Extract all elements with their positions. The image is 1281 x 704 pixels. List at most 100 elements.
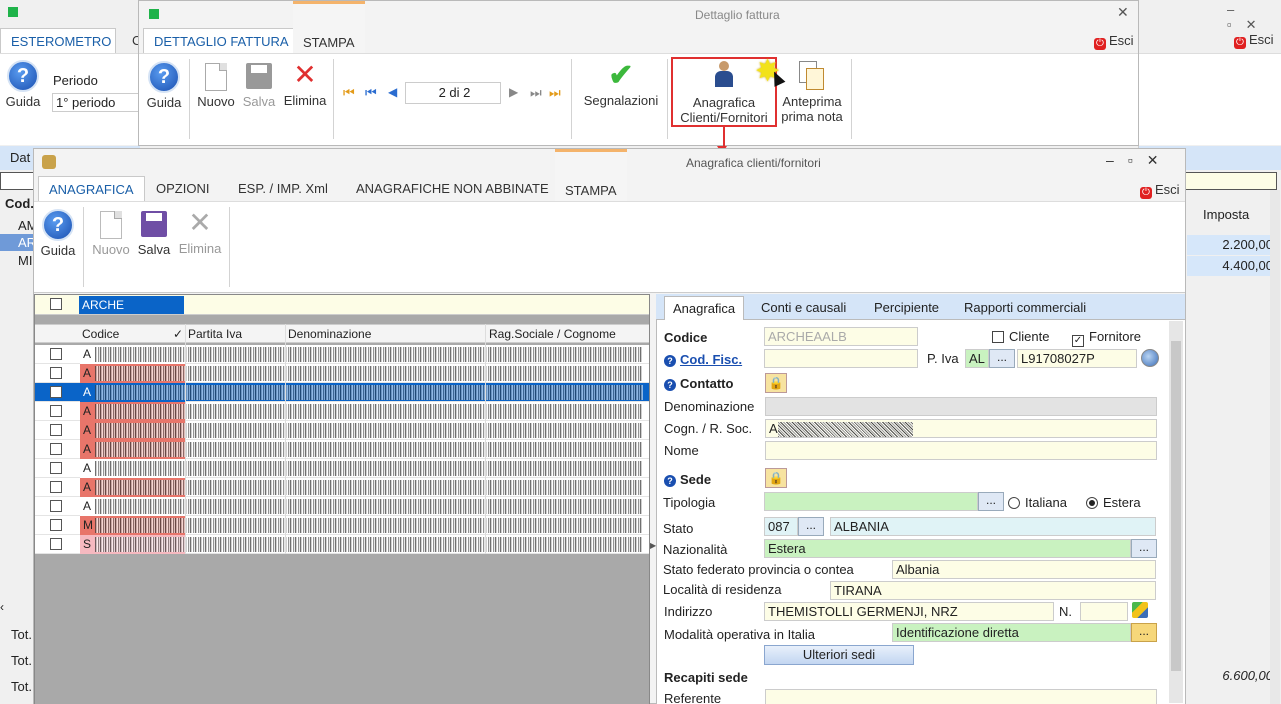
esci-button[interactable]: ⏻ Esci <box>1140 182 1180 199</box>
denominazione-field[interactable] <box>765 397 1157 416</box>
row-checkbox[interactable] <box>50 462 62 474</box>
list-row[interactable]: A <box>35 402 649 421</box>
nome-field[interactable] <box>765 441 1157 460</box>
tipologia-lookup-button[interactable]: ... <box>978 492 1004 511</box>
list-row[interactable]: A <box>35 345 649 364</box>
row-checkbox[interactable] <box>50 538 62 550</box>
piva-field[interactable]: L91708027P <box>1017 349 1137 368</box>
tab-anagrafica[interactable]: ANAGRAFICA <box>38 176 145 202</box>
list-row[interactable]: S <box>35 535 649 554</box>
col-header-partita-iva[interactable]: Partita Iva <box>188 327 242 341</box>
list-row[interactable]: A <box>35 364 649 383</box>
window-controls[interactable]: –▫✕ <box>1227 2 1281 33</box>
record-navigator-input[interactable]: 2 di 2 <box>405 82 501 104</box>
anteprima-prima-nota-button[interactable]: Anteprima prima nota <box>775 61 849 124</box>
filter-code-input[interactable]: ARCHE <box>79 296 184 314</box>
map-icon[interactable] <box>1132 602 1148 618</box>
lock-icon[interactable]: 🔒 <box>765 373 787 393</box>
guida-button[interactable]: ? Guida <box>145 61 183 110</box>
stato-federato-field[interactable]: Albania <box>892 560 1156 579</box>
list-row[interactable]: A <box>35 459 649 478</box>
piva-country-field[interactable]: AL <box>965 349 989 368</box>
referente-field[interactable] <box>765 689 1157 704</box>
guida-button[interactable]: ? Guida <box>39 209 77 258</box>
next-page-icon[interactable]: ⏭ <box>530 85 542 101</box>
tab-esp-imp-xml[interactable]: ESP. / IMP. Xml <box>228 176 338 202</box>
nuovo-button[interactable]: Nuovo <box>90 211 132 257</box>
first-record-icon[interactable]: ⏮ <box>343 85 355 101</box>
tree-item[interactable]: MI <box>18 253 32 268</box>
italiana-radio[interactable]: Italiana <box>1008 495 1067 510</box>
form-vscroll[interactable] <box>1169 321 1183 703</box>
row-checkbox[interactable] <box>50 386 62 398</box>
codice-field[interactable]: ARCHEAALB <box>764 327 918 346</box>
cliente-checkbox[interactable]: Cliente <box>992 329 1049 344</box>
piva-country-lookup-button[interactable]: ... <box>989 349 1015 368</box>
row-checkbox[interactable] <box>50 405 62 417</box>
col-header-rag-sociale[interactable]: Rag.Sociale / Cognome <box>489 327 616 341</box>
stato-code-field[interactable]: 087 <box>764 517 798 536</box>
filter-checkbox[interactable] <box>50 298 62 310</box>
list-row[interactable]: A <box>35 421 649 440</box>
help-icon[interactable]: ? <box>664 475 676 487</box>
help-icon[interactable]: ? <box>664 379 676 391</box>
tab-anagrafiche-non-abbinate[interactable]: ANAGRAFICHE NON ABBINATE <box>346 176 559 202</box>
ulteriori-sedi-button[interactable]: Ulteriori sedi <box>764 645 914 665</box>
list-row[interactable]: M <box>35 516 649 535</box>
col-header-check[interactable]: ✓ <box>173 327 183 341</box>
tab-stampa[interactable]: STAMPA <box>555 149 627 202</box>
periodo-select[interactable]: 1° periodo <box>52 93 140 112</box>
tipologia-field[interactable] <box>764 492 978 511</box>
localita-field[interactable]: TIRANA <box>830 581 1156 600</box>
salva-button[interactable]: Salva <box>134 211 174 257</box>
hscroll-left[interactable]: ‹ <box>0 600 34 616</box>
globe-icon[interactable] <box>1141 349 1159 367</box>
estera-radio[interactable]: Estera <box>1086 495 1141 510</box>
row-checkbox[interactable] <box>50 367 62 379</box>
nuovo-button[interactable]: Nuovo <box>195 63 237 109</box>
stato-lookup-button[interactable]: ... <box>798 517 824 536</box>
row-checkbox[interactable] <box>50 348 62 360</box>
subtab-percipiente[interactable]: Percipiente <box>866 296 947 320</box>
window-controls[interactable]: –▫✕ <box>1106 152 1172 169</box>
prev-page-icon[interactable]: ⏮ <box>365 85 377 101</box>
elimina-button[interactable]: ✕ Elimina <box>281 61 329 109</box>
close-icon[interactable]: ✕ <box>1117 4 1129 21</box>
lock-icon[interactable]: 🔒 <box>765 468 787 488</box>
salva-button[interactable]: Salva <box>239 63 279 109</box>
list-row[interactable]: A <box>35 383 649 402</box>
esci-button-bg[interactable]: ⏻ Esci <box>1234 32 1274 49</box>
tab-stampa[interactable]: STAMPA <box>293 1 365 54</box>
stato-field[interactable]: ALBANIA <box>830 517 1156 536</box>
nazionalita-lookup-button[interactable]: ... <box>1131 539 1157 558</box>
elimina-button[interactable]: ✕ Elimina <box>176 209 224 257</box>
indirizzo-field[interactable]: THEMISTOLLI GERMENJI, NRZ <box>764 602 1054 621</box>
esci-button[interactable]: ⏻ Esci <box>1094 33 1134 50</box>
subtab-anagrafica[interactable]: Anagrafica <box>664 296 745 320</box>
list-row[interactable]: A <box>35 440 649 459</box>
list-row[interactable]: A <box>35 497 649 516</box>
next-record-icon[interactable]: ▶ <box>509 85 518 99</box>
splitter-icon[interactable]: ▶ <box>650 541 656 561</box>
list-row[interactable]: A <box>35 478 649 497</box>
subtab-conti-causali[interactable]: Conti e causali <box>753 296 854 320</box>
row-checkbox[interactable] <box>50 424 62 436</box>
row-checkbox[interactable] <box>50 500 62 512</box>
cod-fisc-field[interactable] <box>764 349 918 368</box>
row-checkbox[interactable] <box>50 481 62 493</box>
help-icon[interactable]: ? <box>664 355 676 367</box>
subtab-rapporti-commerciali[interactable]: Rapporti commerciali <box>956 296 1094 320</box>
numero-field[interactable] <box>1080 602 1128 621</box>
row-checkbox[interactable] <box>50 519 62 531</box>
vscroll-right[interactable] <box>1270 190 1280 704</box>
nazionalita-field[interactable]: Estera <box>764 539 1131 558</box>
modalita-field[interactable]: Identificazione diretta <box>892 623 1131 642</box>
fornitore-checkbox[interactable]: ✓ Fornitore <box>1072 329 1141 347</box>
cognome-field[interactable]: A <box>765 419 1157 438</box>
tab-opzioni[interactable]: OPZIONI <box>146 176 219 202</box>
segnalazioni-button[interactable]: ✔ Segnalazioni <box>577 61 665 109</box>
cod-fisc-link[interactable]: ? Cod. Fisc. <box>664 352 742 367</box>
col-header-codice[interactable]: Codice <box>82 327 119 341</box>
last-record-icon[interactable]: ⏭ <box>549 85 561 101</box>
col-header-denominazione[interactable]: Denominazione <box>288 327 371 341</box>
